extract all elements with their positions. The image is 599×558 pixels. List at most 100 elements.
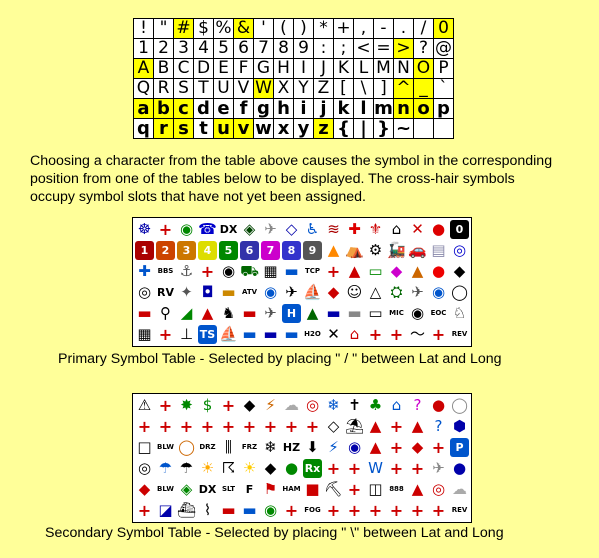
drizzle-icon: DRZ <box>199 443 216 451</box>
char-cell: ! <box>133 18 154 39</box>
winapri-icon: ◆ <box>327 283 340 301</box>
symbol-row: ◆ BLW ◈ DX SLT F ⚑ HAM ■ ⛏ + ◫ 888 ▲ ◎ ☁ <box>135 480 469 499</box>
char-cell: j <box>313 98 334 119</box>
symbol-cell: 6 <box>240 241 259 260</box>
blowing-snow-icon: BLW <box>157 443 174 451</box>
char-cell: } <box>373 118 394 139</box>
symbol-cell: △ <box>366 283 385 302</box>
char-cell: g <box>253 98 274 119</box>
symbol-cell: ⊥ <box>177 325 196 344</box>
symbol-cell: ▲ <box>408 480 427 499</box>
symbol-cell: + <box>324 459 343 478</box>
char-cell: 2 <box>153 38 174 59</box>
rain-shower-icon: ⬇ <box>306 438 319 456</box>
char-cell: U <box>213 78 234 99</box>
dish-antenna-icon: ◯ <box>451 283 468 301</box>
char-row: ABCDEFGHIJKLMNOP <box>133 58 454 79</box>
char-cell: W <box>253 78 274 99</box>
symbol-cell: REV <box>450 501 469 520</box>
char-cell: # <box>173 18 194 39</box>
symbol-row: ☸ + ◉ ☎ DX ◈ ✈ ◇ ♿ ≋ ✚ ⚜ ⌂ ✕ ● 0 <box>135 220 469 239</box>
char-cell: ~ <box>393 118 414 139</box>
char-cell: C <box>173 58 194 79</box>
char-cell: ) <box>293 18 314 39</box>
symbol-cell: ✈ <box>282 283 301 302</box>
char-cell: R <box>153 78 174 99</box>
char-cell: 4 <box>193 38 214 59</box>
symbol-cell: + <box>387 459 406 478</box>
tcp-ip-icon: TCP <box>304 267 321 275</box>
symbol-cell: + <box>177 417 196 436</box>
balloon-icon: ● <box>431 262 446 280</box>
symbol-cell: + <box>198 417 217 436</box>
symbol-cell: ◇ <box>282 220 301 239</box>
char-cell: 0 <box>433 18 454 39</box>
symbol-cell: ⚑ <box>261 480 280 499</box>
char-cell: p <box>433 98 454 119</box>
symbol-cell: ◉ <box>219 262 238 281</box>
cross-hair-icon: + <box>326 459 341 478</box>
house-hf-icon: ⌂ <box>391 396 402 414</box>
symbol-cell: ▬ <box>240 304 259 323</box>
char-cell: < <box>353 38 374 59</box>
ambulance-icon: ▬ <box>137 304 152 322</box>
house-icon: ⌂ <box>349 325 360 343</box>
symbol-cell: ⚲ <box>156 304 175 323</box>
symbol-cell: ✕ <box>408 220 427 239</box>
cross-hair-icon: + <box>158 417 173 436</box>
char-cell: [ <box>333 78 354 99</box>
char-cell: ^ <box>393 78 414 99</box>
antenna-icon: ⊥ <box>179 325 194 343</box>
char-cell: h <box>273 98 294 119</box>
symbol-cell: + <box>429 501 448 520</box>
symbol-cell: ≋ <box>324 220 343 239</box>
incident-icon: ◢ <box>180 304 193 322</box>
cross-hair-icon: + <box>347 459 362 478</box>
char-cell: ( <box>273 18 294 39</box>
char-row: abcdefghijklmnop <box>133 98 454 119</box>
fire-truck-icon: ▬ <box>242 304 257 322</box>
funnel-cloud-icon: F <box>245 483 254 496</box>
parking-icon: P <box>450 438 469 457</box>
symbol-cell: ☸ <box>135 220 154 239</box>
water-station-icon: H2O <box>304 330 321 338</box>
symbol-cell: ▲ <box>198 304 217 323</box>
symbol-cell: TCP <box>303 262 322 281</box>
symbol-cell: ⛵ <box>219 325 238 344</box>
cross-hair-icon: + <box>221 396 236 415</box>
symbol-cell: SLT <box>219 480 238 499</box>
symbol-cell: ☁ <box>450 480 469 499</box>
symbol-cell: + <box>282 501 301 520</box>
wheelchair-icon: ♿ <box>305 220 320 238</box>
char-cell: e <box>213 98 234 119</box>
rv-icon: RV <box>157 286 174 299</box>
char-cell: . <box>393 18 414 39</box>
symbol-cell: + <box>303 417 322 436</box>
jeep-icon: ▬ <box>326 304 341 322</box>
sunny-icon: ☀ <box>242 459 257 477</box>
symbol-cell: ◫ <box>366 480 385 499</box>
symbol-cell: FRZ <box>240 438 259 457</box>
symbol-cell: ▬ <box>219 501 238 520</box>
van-icon: ▬ <box>284 325 299 343</box>
symbol-cell: ● <box>429 262 448 281</box>
char-cell: L <box>353 58 374 79</box>
church-icon: ✝ <box>348 396 361 414</box>
symbol-cell: ⛴ <box>177 501 196 520</box>
hospital-icon: H <box>282 304 301 323</box>
symbol-row: ✚ BBS ⚓ + ◉ ⛟ ▦ ▬ TCP + ▲ ▭ ◆ ▲ ● ◆ <box>135 262 469 281</box>
char-cell: ; <box>333 38 354 59</box>
char-cell: o <box>413 98 434 119</box>
cross-hair-icon: + <box>221 417 236 436</box>
symbol-cell: + <box>429 438 448 457</box>
symbol-cell: 2 <box>156 241 175 260</box>
pharmacy-icon: Rx <box>303 459 322 478</box>
cloudy-icon: ☁ <box>284 396 299 414</box>
char-cell: H <box>273 58 294 79</box>
symbol-cell: HZ <box>282 438 301 457</box>
symbol-cell: 9 <box>303 241 322 260</box>
cross-hair-icon: + <box>179 417 194 436</box>
symbol-cell: ◇ <box>324 417 343 436</box>
restaurant-icon: ☂ <box>179 459 194 477</box>
char-cell: 3 <box>173 38 194 59</box>
